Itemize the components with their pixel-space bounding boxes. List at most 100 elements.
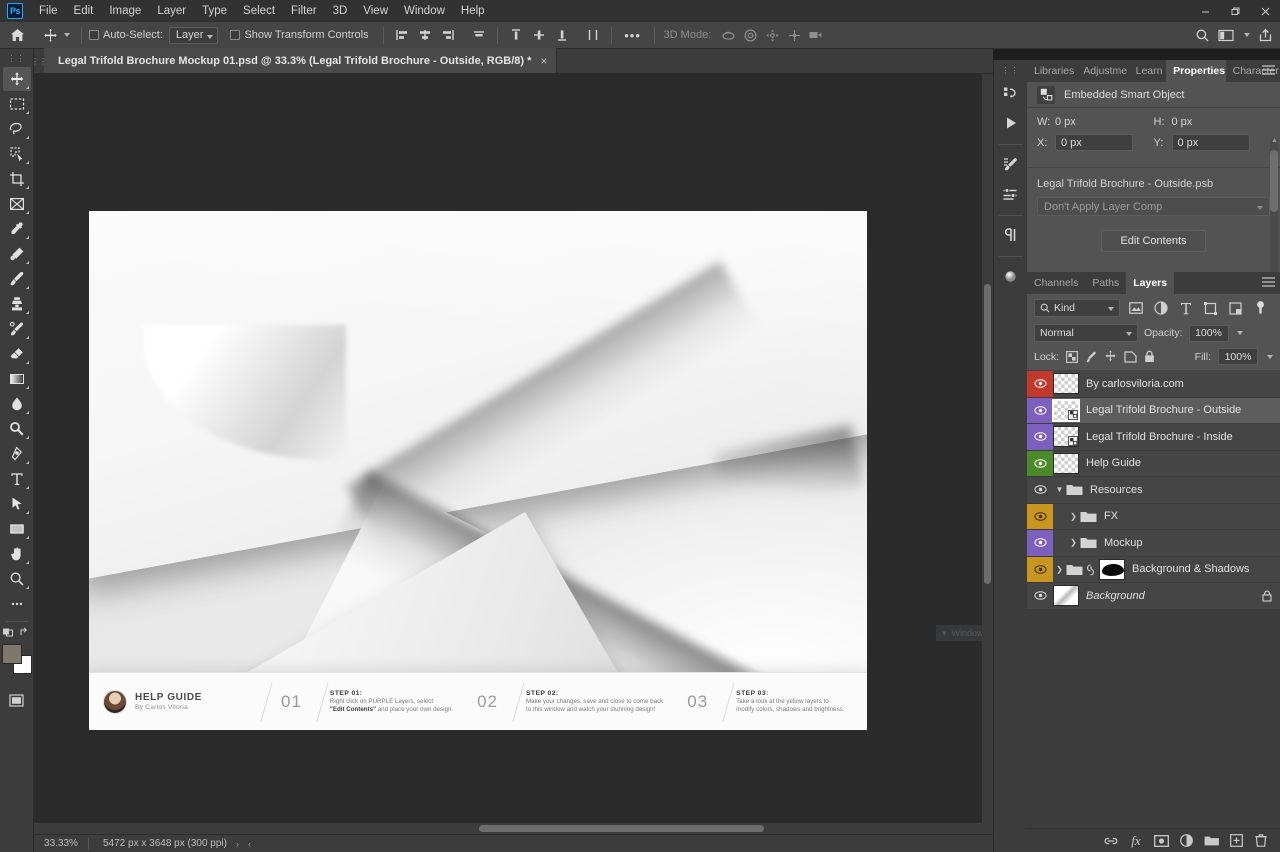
- home-icon[interactable]: [0, 28, 34, 42]
- link-layers-icon[interactable]: [1100, 831, 1122, 851]
- pen-tool[interactable]: [3, 442, 31, 466]
- paragraph-icon[interactable]: [997, 221, 1025, 249]
- fill-caret-icon[interactable]: [1267, 354, 1273, 359]
- layer-name[interactable]: Legal Trifold Brochure - Inside: [1086, 431, 1280, 443]
- tabstrip-grip[interactable]: ⋮⋮: [31, 49, 47, 73]
- restore-icon[interactable]: [1220, 0, 1250, 22]
- blur-tool[interactable]: [3, 392, 31, 416]
- clone-stamp-tool[interactable]: [3, 292, 31, 316]
- align-left-edges-icon[interactable]: [391, 24, 413, 46]
- menu-item-edit[interactable]: Edit: [66, 2, 102, 20]
- table-row[interactable]: ▼ Resources: [1027, 477, 1280, 504]
- menu-item-layer[interactable]: Layer: [149, 2, 194, 20]
- layer-name[interactable]: Background: [1086, 590, 1262, 602]
- screen-mode-icon[interactable]: [3, 688, 31, 712]
- edit-contents-button[interactable]: Edit Contents: [1101, 230, 1206, 252]
- toolbar-grip[interactable]: ⋮⋮: [8, 54, 26, 63]
- align-right-edges-icon[interactable]: [437, 24, 459, 46]
- document-tab[interactable]: Legal Trifold Brochure Mockup 01.psd @ 3…: [44, 48, 558, 73]
- share-icon[interactable]: [1254, 24, 1276, 46]
- opacity-caret-icon[interactable]: [1236, 331, 1243, 335]
- minimize-icon[interactable]: [1190, 0, 1220, 22]
- distribute-horizontal-icon[interactable]: [582, 24, 604, 46]
- panel-menu-icon[interactable]: [1262, 65, 1275, 75]
- menu-item-type[interactable]: Type: [194, 2, 235, 20]
- scrollbar-thumb[interactable]: [1270, 150, 1278, 212]
- 3d-camera-icon[interactable]: [805, 24, 827, 46]
- table-row[interactable]: ❯ FX: [1027, 503, 1280, 530]
- opacity-input[interactable]: 100%: [1188, 324, 1229, 342]
- smart-object-filter-icon[interactable]: [1226, 299, 1245, 317]
- layer-visibility-toggle[interactable]: [1027, 371, 1053, 397]
- swap-colors-icon[interactable]: [19, 626, 31, 638]
- blend-mode-dropdown[interactable]: Normal: [1034, 324, 1138, 342]
- layer-thumbnail[interactable]: [1053, 452, 1079, 474]
- type-filter-icon[interactable]: [1176, 299, 1195, 317]
- table-row[interactable]: Help Guide: [1027, 450, 1280, 477]
- layer-thumbnail[interactable]: [1053, 585, 1079, 607]
- dodge-tool[interactable]: [3, 417, 31, 441]
- scroll-up-caret-icon[interactable]: ▲: [1271, 137, 1278, 144]
- table-row[interactable]: Background: [1027, 583, 1280, 610]
- close-icon[interactable]: [1250, 0, 1280, 22]
- add-layer-mask-icon[interactable]: [1150, 831, 1172, 851]
- tab-paths[interactable]: Paths: [1085, 272, 1126, 294]
- canvas-area[interactable]: HELP GUIDE By Carlos Viloria 01 STEP 01:…: [34, 74, 993, 834]
- distribute-top-icon[interactable]: [505, 24, 527, 46]
- brush-settings-icon[interactable]: [997, 150, 1025, 178]
- menu-item-filter[interactable]: Filter: [283, 2, 325, 20]
- table-row[interactable]: ❯ Background & Shadows: [1027, 556, 1280, 583]
- history-brush-tool[interactable]: [3, 317, 31, 341]
- tool-preset-caret-icon[interactable]: [64, 33, 70, 37]
- gradient-tool[interactable]: [3, 367, 31, 391]
- layer-visibility-toggle[interactable]: [1027, 450, 1053, 476]
- hand-tool[interactable]: [3, 542, 31, 566]
- layer-thumbnail[interactable]: [1053, 426, 1079, 448]
- layer-name[interactable]: Mockup: [1104, 537, 1280, 549]
- history-icon[interactable]: [997, 79, 1025, 107]
- layer-thumbnail[interactable]: [1052, 398, 1080, 422]
- y-input[interactable]: 0 px: [1171, 134, 1250, 151]
- table-row[interactable]: By carlosviloria.com: [1027, 371, 1280, 398]
- status-expand-icon[interactable]: ›: [227, 839, 248, 849]
- shape-filter-icon[interactable]: [1201, 299, 1220, 317]
- layer-visibility-toggle[interactable]: [1027, 424, 1053, 450]
- new-layer-icon[interactable]: [1225, 831, 1247, 851]
- rectangular-marquee-tool[interactable]: [3, 92, 31, 116]
- 3d-roll-icon[interactable]: [739, 24, 761, 46]
- layer-comp-dropdown[interactable]: Don't Apply Layer Comp: [1037, 197, 1270, 216]
- edit-toolbar-tool[interactable]: [3, 592, 31, 616]
- artboard[interactable]: HELP GUIDE By Carlos Viloria 01 STEP 01:…: [89, 211, 867, 730]
- lock-image-pixels-icon[interactable]: [1085, 351, 1097, 363]
- workspace-icon[interactable]: [1215, 24, 1237, 46]
- brush-tool[interactable]: [3, 267, 31, 291]
- lasso-tool[interactable]: [3, 117, 31, 141]
- actions-play-icon[interactable]: [997, 109, 1025, 137]
- lock-position-icon[interactable]: [1104, 350, 1117, 363]
- active-tool-preset[interactable]: [38, 27, 74, 44]
- canvas-horizontal-scrollbar[interactable]: [34, 823, 993, 834]
- zoom-level[interactable]: 33.33%: [34, 838, 88, 849]
- frame-tool[interactable]: [3, 192, 31, 216]
- color-swatches[interactable]: [1, 644, 32, 674]
- group-expand-caret-icon[interactable]: ❯: [1067, 538, 1080, 547]
- tab-layers[interactable]: Layers: [1126, 272, 1175, 294]
- 3d-orbit-icon[interactable]: [717, 24, 739, 46]
- layer-name[interactable]: Resources: [1090, 484, 1280, 496]
- new-group-icon[interactable]: [1200, 831, 1222, 851]
- table-row[interactable]: Legal Trifold Brochure - Inside: [1027, 424, 1280, 451]
- table-row[interactable]: Legal Trifold Brochure - Outside: [1027, 397, 1280, 424]
- table-row[interactable]: ❯ Mockup: [1027, 530, 1280, 557]
- adjustments-icon[interactable]: [997, 180, 1025, 208]
- foreground-color-swatch[interactable]: [1, 644, 22, 664]
- rectangle-tool[interactable]: [3, 517, 31, 541]
- align-top-edges-icon[interactable]: [468, 24, 490, 46]
- status-collapse-icon[interactable]: ‹: [248, 839, 251, 849]
- menu-item-window[interactable]: Window: [396, 2, 453, 20]
- search-icon[interactable]: [1191, 24, 1213, 46]
- canvas-vertical-scrollbar[interactable]: [982, 74, 993, 834]
- layer-visibility-toggle[interactable]: [1027, 530, 1053, 556]
- layer-visibility-toggle[interactable]: [1027, 583, 1053, 609]
- layer-style-fx-icon[interactable]: fx: [1125, 831, 1147, 851]
- tab-adjustments[interactable]: Adjustme: [1076, 60, 1128, 82]
